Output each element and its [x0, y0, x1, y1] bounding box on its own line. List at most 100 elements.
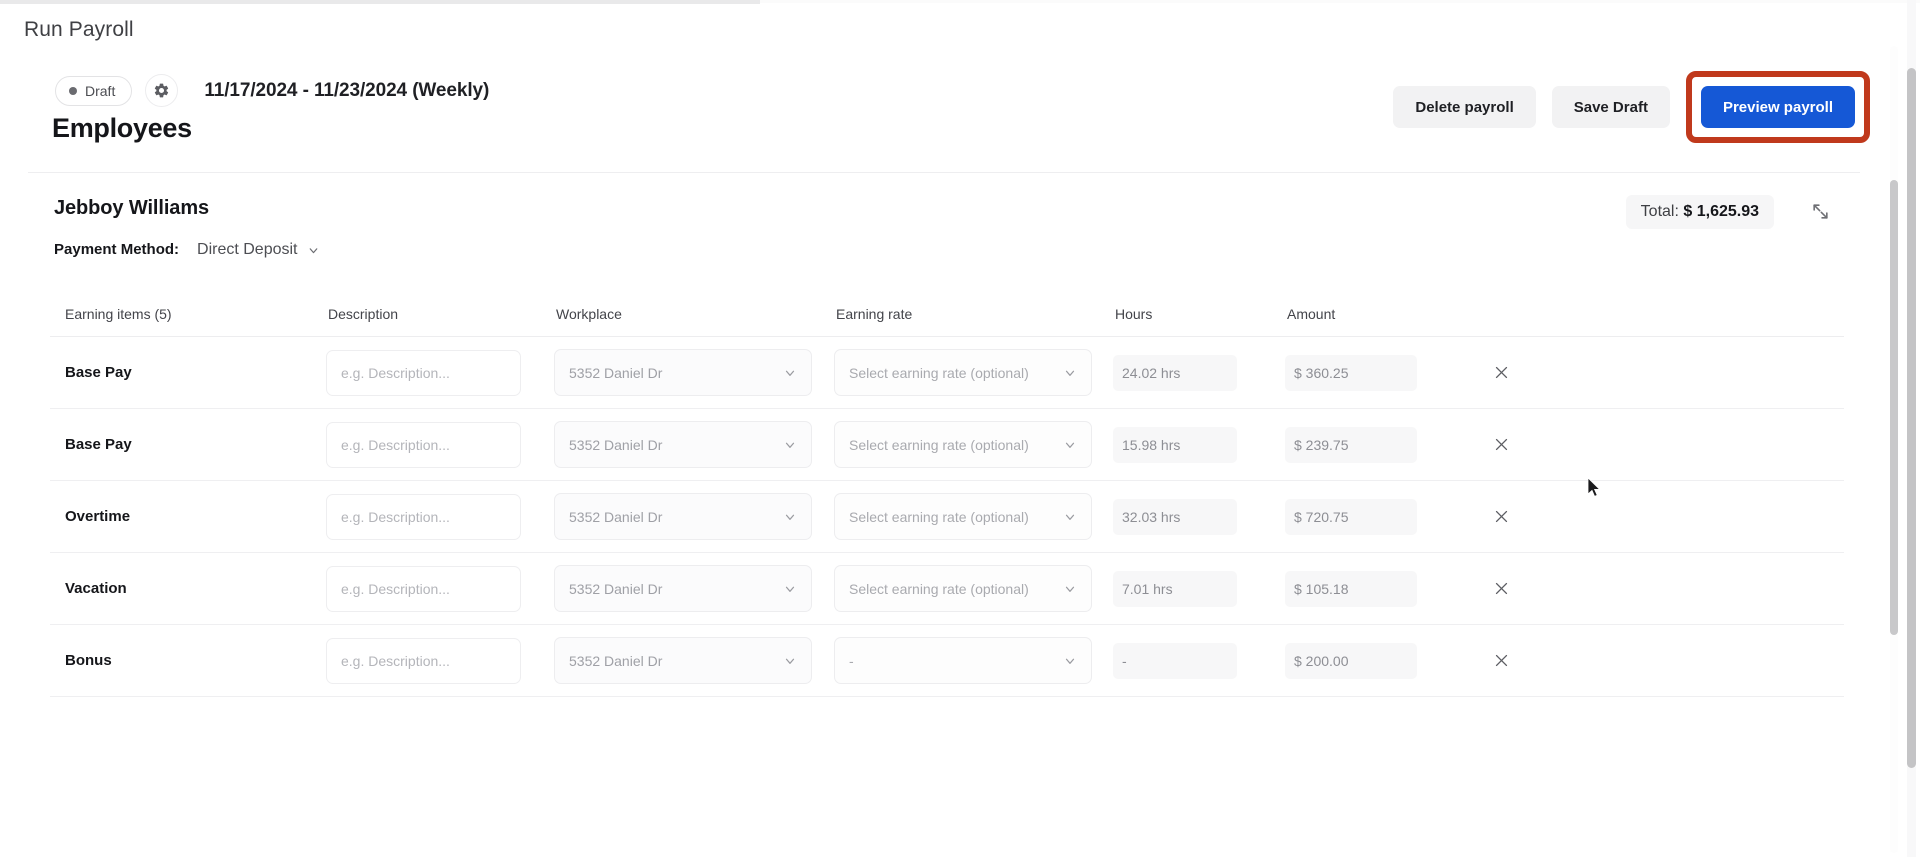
employee-card: Jebboy Williams Payment Method: Direct D…	[28, 173, 1882, 857]
earning-rate-cell: Select earning rate (optional)	[834, 349, 1113, 396]
chevron-down-icon	[309, 247, 317, 253]
amount-cell: $ 239.75	[1285, 426, 1470, 463]
payment-method-select[interactable]: Direct Deposit	[197, 241, 319, 259]
earning-rate-value: Select earning rate (optional)	[849, 436, 1029, 453]
workplace-select[interactable]: 5352 Daniel Dr	[554, 349, 812, 396]
hours-cell: 15.98 hrs	[1113, 426, 1285, 463]
save-draft-button[interactable]: Save Draft	[1551, 86, 1670, 128]
remove-row-icon[interactable]	[1488, 648, 1514, 674]
earning-rate-select[interactable]: -	[834, 637, 1092, 684]
earning-item-name: Vacation	[65, 579, 127, 597]
table-row: Base Pay e.g. Description... 5352 Daniel D…	[50, 409, 1844, 481]
table-header-row: Earning items (5) Description Workplace …	[50, 291, 1844, 337]
earning-rate-value: Select earning rate (optional)	[849, 580, 1029, 597]
hours-cell: 24.02 hrs	[1113, 354, 1285, 391]
description-cell: e.g. Description...	[326, 637, 554, 684]
row-actions-cell	[1470, 576, 1844, 602]
collapse-arrows-icon[interactable]	[1806, 197, 1834, 225]
status-badge[interactable]: Draft	[55, 75, 133, 106]
remove-row-icon[interactable]	[1488, 432, 1514, 458]
col-header-workplace: Workplace	[556, 305, 622, 322]
inner-scrollbar-thumb[interactable]	[1890, 180, 1898, 635]
earning-item-cell: Base Pay	[50, 436, 326, 454]
earning-rate-value: Select earning rate (optional)	[849, 364, 1029, 381]
chevron-down-icon	[785, 586, 795, 592]
hours-value: 15.98 hrs	[1113, 426, 1237, 463]
chevron-down-icon	[1065, 658, 1075, 664]
description-input[interactable]: e.g. Description...	[326, 421, 521, 468]
col-header-description: Description	[328, 305, 399, 322]
page-title: Employees	[52, 113, 192, 143]
amount-cell: $ 200.00	[1285, 642, 1470, 679]
row-actions-cell	[1470, 504, 1844, 530]
gear-icon[interactable]	[145, 74, 179, 107]
remove-row-icon[interactable]	[1488, 504, 1514, 530]
earning-item-cell: Overtime	[50, 508, 326, 526]
earning-rate-cell: Select earning rate (optional)	[834, 565, 1113, 612]
earning-rate-value: Select earning rate (optional)	[849, 508, 1029, 525]
col-header-item: Earning items (5)	[65, 305, 172, 322]
amount-value: $ 239.75	[1285, 426, 1417, 463]
earning-item-cell: Base Pay	[50, 364, 326, 382]
earning-rate-select[interactable]: Select earning rate (optional)	[834, 565, 1092, 612]
run-payroll-page: Run Payroll Draft 11/17/2024 - 11/23/202…	[0, 0, 1920, 857]
total-amount: $ 1,625.93	[1683, 203, 1759, 220]
top-edge-bar-right	[760, 0, 1920, 3]
description-input[interactable]: e.g. Description...	[326, 493, 521, 540]
description-cell: e.g. Description...	[326, 565, 554, 612]
description-input[interactable]: e.g. Description...	[326, 637, 521, 684]
earning-item-name: Bonus	[65, 651, 112, 669]
preview-payroll-highlight: Preview payroll	[1685, 71, 1870, 143]
description-cell: e.g. Description...	[326, 493, 554, 540]
hours-value: 7.01 hrs	[1113, 570, 1237, 607]
workplace-select[interactable]: 5352 Daniel Dr	[554, 637, 812, 684]
chevron-down-icon	[1065, 514, 1075, 520]
preview-payroll-button[interactable]: Preview payroll	[1700, 86, 1855, 128]
earning-item-cell: Vacation	[50, 580, 326, 598]
workplace-cell: 5352 Daniel Dr	[554, 565, 834, 612]
earning-item-name: Overtime	[65, 507, 131, 525]
earning-rate-select[interactable]: Select earning rate (optional)	[834, 493, 1092, 540]
total-label: Total:	[1640, 203, 1679, 220]
workplace-select[interactable]: 5352 Daniel Dr	[554, 493, 812, 540]
status-badge-label: Draft	[85, 82, 116, 99]
payment-method-label: Payment Method:	[54, 241, 180, 258]
hours-value: 32.03 hrs	[1113, 498, 1237, 535]
table-row: Bonus e.g. Description... 5352 Daniel Dr - -…	[50, 625, 1844, 697]
header-actions: Delete payroll Save Draft Preview payrol…	[1393, 71, 1870, 143]
remove-row-icon[interactable]	[1488, 360, 1514, 386]
delete-payroll-button[interactable]: Delete payroll	[1393, 86, 1536, 128]
breadcrumb[interactable]: Run Payroll	[24, 18, 134, 42]
chevron-down-icon	[1065, 370, 1075, 376]
payroll-status-row: Draft 11/17/2024 - 11/23/2024 (Weekly)	[55, 74, 489, 107]
earnings-table: Earning items (5) Description Workplace …	[50, 291, 1844, 697]
workplace-select[interactable]: 5352 Daniel Dr	[554, 421, 812, 468]
earning-rate-select[interactable]: Select earning rate (optional)	[834, 421, 1092, 468]
chevron-down-icon	[1065, 586, 1075, 592]
workplace-cell: 5352 Daniel Dr	[554, 637, 834, 684]
amount-cell: $ 360.25	[1285, 354, 1470, 391]
table-row: Overtime e.g. Description... 5352 Daniel D…	[50, 481, 1844, 553]
table-body: Base Pay e.g. Description... 5352 Daniel D…	[50, 337, 1844, 697]
description-cell: e.g. Description...	[326, 349, 554, 396]
description-input[interactable]: e.g. Description...	[326, 349, 521, 396]
earning-rate-cell: -	[834, 637, 1113, 684]
workplace-cell: 5352 Daniel Dr	[554, 349, 834, 396]
status-dot-icon	[69, 86, 77, 95]
amount-value: $ 360.25	[1285, 354, 1417, 391]
remove-row-icon[interactable]	[1488, 576, 1514, 602]
hours-value: 24.02 hrs	[1113, 354, 1237, 391]
hours-cell: -	[1113, 642, 1285, 679]
earning-rate-select[interactable]: Select earning rate (optional)	[834, 349, 1092, 396]
amount-value: $ 720.75	[1285, 498, 1417, 535]
chevron-down-icon	[785, 514, 795, 520]
payment-method-row: Payment Method: Direct Deposit	[54, 241, 320, 259]
page-scrollbar-thumb[interactable]	[1907, 68, 1916, 768]
hours-cell: 7.01 hrs	[1113, 570, 1285, 607]
workplace-value: 5352 Daniel Dr	[569, 652, 663, 669]
workplace-select[interactable]: 5352 Daniel Dr	[554, 565, 812, 612]
earning-item-name: Base Pay	[65, 435, 132, 453]
amount-value: $ 200.00	[1285, 642, 1417, 679]
description-input[interactable]: e.g. Description...	[326, 565, 521, 612]
amount-value: $ 105.18	[1285, 570, 1417, 607]
